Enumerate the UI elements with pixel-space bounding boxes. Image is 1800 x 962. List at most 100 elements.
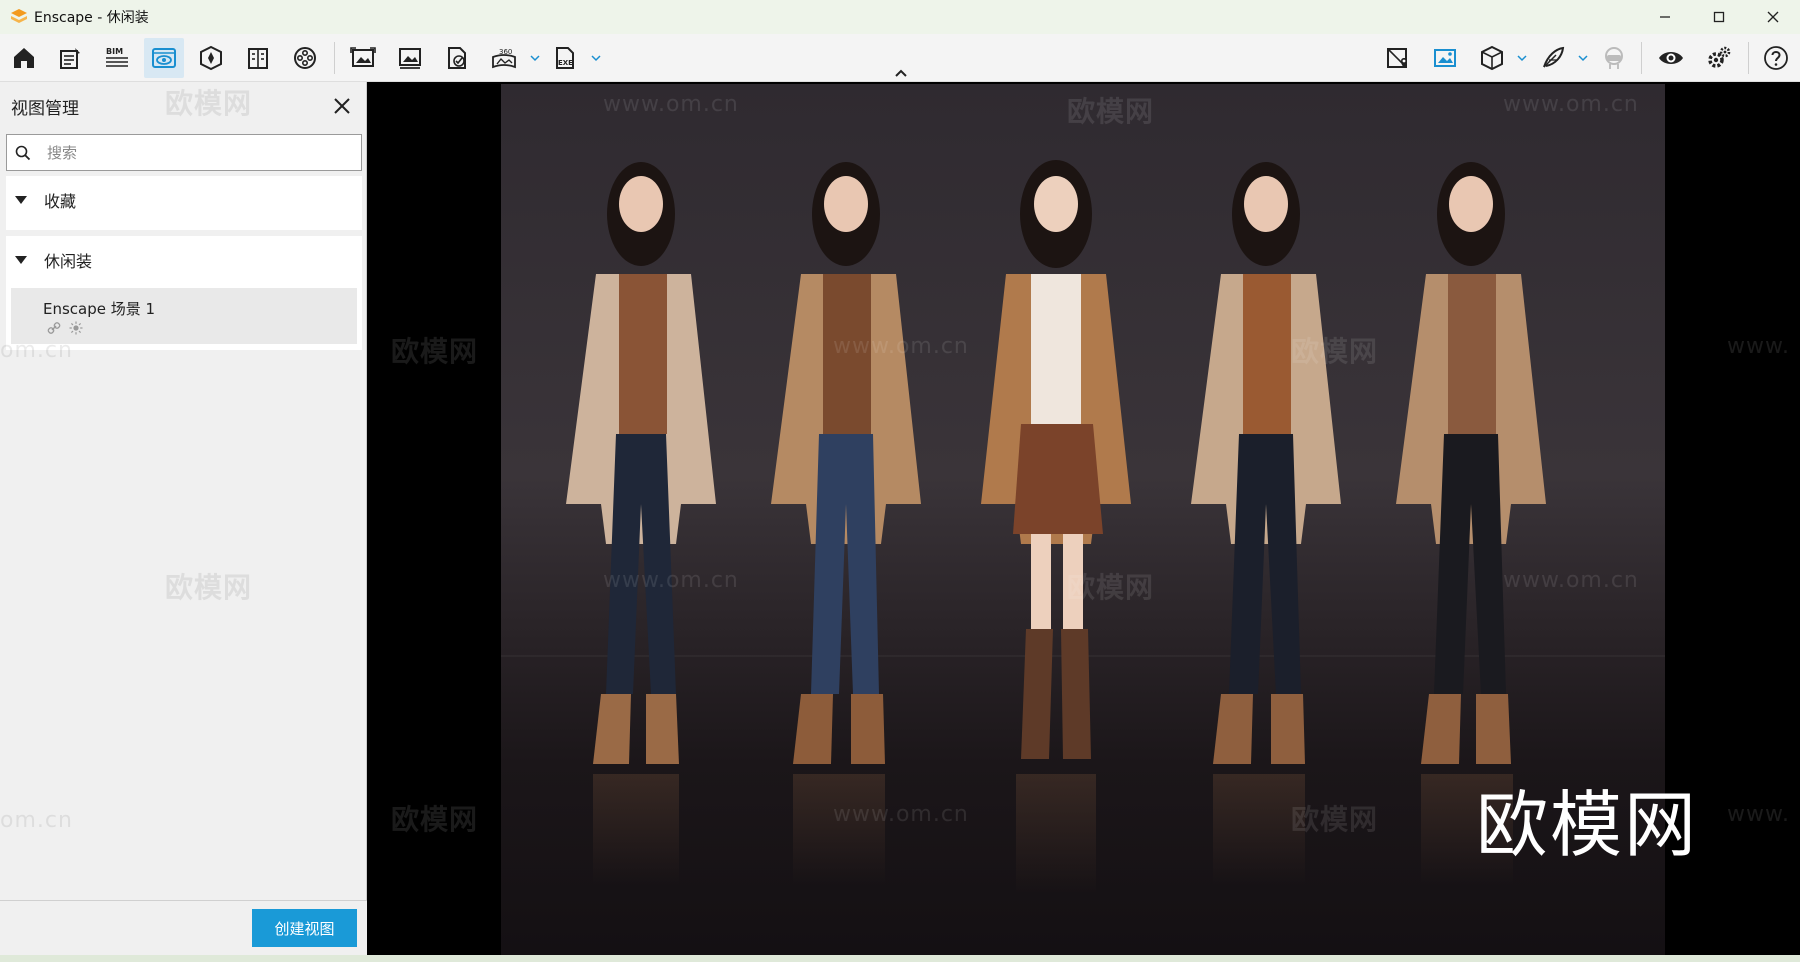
panorama-360-icon: 360 xyxy=(492,48,516,69)
view-management-button[interactable] xyxy=(144,38,184,78)
panel-footer: 创建视图 xyxy=(0,900,367,955)
chevron-down-icon xyxy=(1517,55,1527,62)
watermark-url-partial: om.cn xyxy=(0,808,73,833)
enscape-logo-icon xyxy=(11,9,27,23)
watermark-text: 欧模网 xyxy=(165,87,253,120)
bim-icon: BIM xyxy=(106,47,128,67)
search-icon xyxy=(15,145,31,160)
watermark-text: 欧模网 xyxy=(1067,571,1155,604)
panel-title: 视图管理 xyxy=(11,99,79,119)
minimize-button[interactable] xyxy=(1638,0,1692,34)
visual-settings-image-button[interactable] xyxy=(1425,38,1465,78)
search-input[interactable] xyxy=(47,143,337,162)
asset-library-icon xyxy=(200,45,222,71)
render-viewport[interactable]: www.om.cn 欧模网 www.om.cn 欧模网 www.om.cn 欧模… xyxy=(367,82,1800,955)
web-export-button[interactable] xyxy=(437,38,477,78)
settings-button[interactable] xyxy=(1699,38,1739,78)
watermark-url-partial-right: www. xyxy=(1727,334,1790,359)
watermark-text: 欧模网 xyxy=(165,571,253,604)
eye-icon xyxy=(1659,52,1683,64)
watermark-url-partial-right: www. xyxy=(1727,802,1790,827)
video-editor-button[interactable] xyxy=(285,38,325,78)
map-pin-button[interactable] xyxy=(1378,38,1418,78)
settings-icon xyxy=(1708,46,1731,68)
video-editor-icon xyxy=(294,47,316,69)
create-view-button[interactable]: 创建视图 xyxy=(252,909,357,947)
watermark-text: 欧模网 xyxy=(391,335,479,368)
triangle-down-icon xyxy=(15,256,27,264)
batch-render-button[interactable] xyxy=(390,38,430,78)
group-label: 休闲装 xyxy=(44,252,93,271)
watermark-url-partial: om.cn xyxy=(0,338,73,363)
toolbar-collapse-button[interactable] xyxy=(892,66,910,80)
batch-render-icon xyxy=(399,48,421,69)
asset-library-button[interactable] xyxy=(191,38,231,78)
view-name: Enscape 场景 1 xyxy=(43,300,156,318)
minimize-icon xyxy=(1660,16,1670,18)
group-header-favorites[interactable]: 收藏 xyxy=(6,176,362,224)
watermark-text: 欧模网 xyxy=(1067,95,1155,128)
vr-headset-button[interactable] xyxy=(1594,38,1634,78)
watermark-text: 欧模网 xyxy=(1291,335,1379,368)
svg-text:BIM: BIM xyxy=(106,47,123,56)
title-bar: Enscape - 休闲装 xyxy=(0,0,1800,34)
maximize-button[interactable] xyxy=(1692,0,1746,34)
sun-icon xyxy=(69,321,83,335)
feather-dropdown-caret[interactable] xyxy=(1576,49,1590,67)
help-button[interactable] xyxy=(1756,38,1796,78)
link-icon xyxy=(47,322,61,334)
favorites-group: 收藏 xyxy=(6,176,362,230)
help-icon xyxy=(1764,46,1788,70)
casual-wear-group: 休闲装 Enscape 场景 1 xyxy=(6,236,362,350)
watermark-url: www.om.cn xyxy=(603,92,739,117)
chevron-down-icon xyxy=(530,55,540,62)
watermark-text: 欧模网 xyxy=(1291,803,1379,836)
view-item[interactable]: Enscape 场景 1 xyxy=(11,288,357,344)
svg-text:EXE: EXE xyxy=(558,59,573,67)
watermark-url: www.om.cn xyxy=(603,568,739,593)
cube-icon xyxy=(1481,45,1503,71)
watermark-text: 欧模网 xyxy=(391,803,479,836)
cube-dropdown-caret[interactable] xyxy=(1515,49,1529,67)
screenshot-button[interactable] xyxy=(343,38,383,78)
watermark-url: www.om.cn xyxy=(833,334,969,359)
web-export-icon xyxy=(448,47,466,69)
watermark-url: www.om.cn xyxy=(1503,568,1639,593)
feather-icon xyxy=(1543,46,1565,68)
map-pin-icon xyxy=(1387,48,1407,68)
view-management-panel: 视图管理 收藏 休闲装 Enscape 场景 1 欧模网 om.cn 欧模网 o… xyxy=(0,82,367,955)
close-button[interactable] xyxy=(1746,0,1800,34)
chevron-down-icon xyxy=(1578,55,1588,62)
panorama-dropdown-caret[interactable] xyxy=(528,49,542,67)
eye-button[interactable] xyxy=(1651,38,1691,78)
group-label: 收藏 xyxy=(44,192,77,211)
feather-button[interactable] xyxy=(1533,38,1573,78)
exe-dropdown-caret[interactable] xyxy=(589,49,603,67)
triangle-down-icon xyxy=(15,196,27,204)
maximize-icon xyxy=(1713,11,1725,23)
close-icon xyxy=(1767,11,1779,23)
home-button[interactable] xyxy=(4,38,44,78)
view-management-icon xyxy=(152,48,176,68)
notes-icon xyxy=(60,48,80,69)
close-icon xyxy=(334,98,350,114)
cube-button[interactable] xyxy=(1472,38,1512,78)
exe-export-icon: EXE xyxy=(556,47,574,69)
search-box xyxy=(6,134,362,171)
materials-icon xyxy=(248,48,268,69)
exe-export-button[interactable]: EXE xyxy=(545,38,585,78)
chevron-up-icon xyxy=(895,69,907,77)
panorama-360-button[interactable]: 360 xyxy=(484,38,524,78)
chevron-down-icon xyxy=(591,55,601,62)
logo-text: 欧模网 xyxy=(1476,783,1699,867)
bim-button[interactable]: BIM xyxy=(97,38,137,78)
watermark-url: www.om.cn xyxy=(1503,92,1639,117)
home-icon xyxy=(14,48,34,68)
visual-settings-image-icon xyxy=(1434,49,1456,67)
materials-button[interactable] xyxy=(238,38,278,78)
watermark-url: www.om.cn xyxy=(833,802,969,827)
vr-headset-icon xyxy=(1605,47,1623,69)
notes-button[interactable] xyxy=(50,38,90,78)
panel-close-button[interactable] xyxy=(330,94,354,118)
group-header-casual-wear[interactable]: 休闲装 xyxy=(6,236,362,284)
